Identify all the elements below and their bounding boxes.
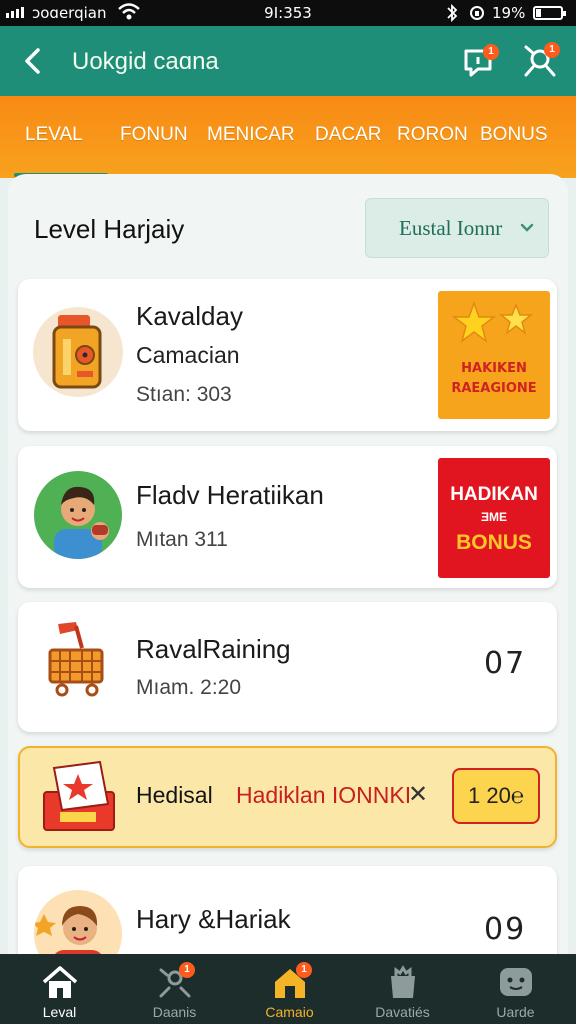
tab-bonus[interactable]: BONUS	[480, 124, 548, 146]
app-bar: Uokgid caɑna 1 1	[0, 26, 576, 96]
content-panel: Level Harjaiy Eustal Ionnr Kavalday Cama…	[8, 174, 568, 964]
nav-label: Leval	[42, 1004, 77, 1020]
nav-badge: 1	[179, 962, 195, 978]
nav-label: Daanis	[152, 1004, 197, 1020]
bonus-line-1: HADIKAN	[450, 484, 538, 505]
shopping-cart-icon	[36, 620, 116, 702]
card-title: Fladv Heratiikan	[136, 480, 324, 510]
nav-leval[interactable]: Leval	[2, 954, 117, 1024]
nav-uarde[interactable]: Uarde	[458, 954, 573, 1024]
girl-avatar-icon	[34, 890, 122, 964]
gift-box-icon	[38, 760, 122, 836]
highlight-value-pill[interactable]: 1 20℮	[452, 768, 540, 824]
card-subtitle: Camacian	[136, 342, 240, 368]
nav-label: Davatiés	[375, 1004, 430, 1020]
profile-badge: 1	[544, 42, 560, 58]
promo-line: HAKIKEN	[461, 361, 527, 376]
list-item[interactable]: Fladv Heratiikan Mıtan 311 HADIKAN ƎME B…	[18, 446, 557, 588]
battery-icon	[533, 6, 566, 20]
bluetooth-icon	[447, 3, 458, 23]
jar-icon	[33, 307, 123, 397]
nav-label: Camaio	[265, 1004, 314, 1020]
bonus-line-3: BONUS	[456, 531, 532, 554]
section-heading: Level Harjaiy	[34, 214, 185, 244]
card-title: Hary &Hariak	[136, 904, 291, 934]
profile-button[interactable]: 1	[518, 39, 562, 83]
card-score: 09	[484, 912, 527, 947]
list-item[interactable]: Kavalday Camacian Stıan: 303 HAKIKEN RAE…	[18, 279, 557, 431]
tab-fonun[interactable]: FONUN	[120, 124, 188, 146]
highlight-label: Hedisal	[136, 782, 213, 808]
rotation-lock-icon	[470, 6, 484, 20]
bottom-nav: Leval 1 Daanis 1 Camaio Davatiés Uarde	[0, 954, 576, 1024]
chevron-down-icon	[520, 223, 534, 232]
highlight-promo-label: Hadiklan IONNKI	[236, 782, 412, 808]
back-arrow-icon[interactable]	[16, 42, 50, 80]
notification-badge: 1	[483, 44, 499, 60]
clock: 9Ι:353	[264, 4, 312, 22]
promo-banner[interactable]: HAKIKEN RAEAGIONE	[438, 291, 550, 419]
tab-leval[interactable]: LEVAL	[25, 124, 83, 146]
stars-icon	[451, 300, 534, 343]
tab-bar: LEVAL FONUN MENICAR DACAR RORON BONUS	[0, 96, 576, 178]
filter-dropdown[interactable]: Eustal Ionnr	[365, 198, 549, 258]
status-bar: ɔoɑerqian 9Ι:353 19%	[0, 0, 576, 26]
tab-roron[interactable]: RORON	[397, 124, 468, 146]
highlight-row[interactable]: Hedisal Hadiklan IONNKI ✕ 1 20℮	[18, 746, 557, 848]
page-title: Uokgid caɑna	[72, 48, 219, 75]
card-meta: Mıtan 311	[136, 528, 228, 551]
nav-camaio[interactable]: 1 Camaio	[232, 954, 347, 1024]
nav-badge: 1	[296, 962, 312, 978]
promo-line: RAEAGIONE	[451, 381, 537, 396]
home-icon	[42, 966, 78, 998]
card-meta: Mıam. 2:20	[136, 676, 242, 699]
bag-icon	[391, 965, 415, 998]
close-icon[interactable]: ✕	[408, 780, 428, 809]
card-score: 07	[484, 646, 527, 681]
chat-face-icon	[500, 968, 532, 996]
list-item[interactable]: Hary &Hariak 09	[18, 866, 557, 964]
tab-menicar[interactable]: MENICAR	[207, 124, 295, 146]
battery-percent: 19%	[492, 4, 526, 22]
list-item[interactable]: RavalRaining Mıam. 2:20 07	[18, 602, 557, 732]
notification-button[interactable]: 1	[458, 39, 502, 83]
nav-davaties[interactable]: Davatiés	[345, 954, 460, 1024]
card-title: Kavalday	[136, 301, 243, 331]
bonus-line-2: ƎME	[480, 510, 507, 524]
tab-dacar[interactable]: DACAR	[315, 124, 382, 146]
boy-avatar-icon	[34, 471, 122, 559]
card-title: RavalRaining	[136, 634, 291, 664]
nav-daanis[interactable]: 1 Daanis	[117, 954, 232, 1024]
bonus-banner[interactable]: HADIKAN ƎME BONUS	[438, 458, 550, 578]
nav-label: Uarde	[496, 1004, 535, 1020]
filter-value: Eustal Ionnr	[399, 216, 503, 240]
card-meta: Stıan: 303	[136, 383, 232, 406]
